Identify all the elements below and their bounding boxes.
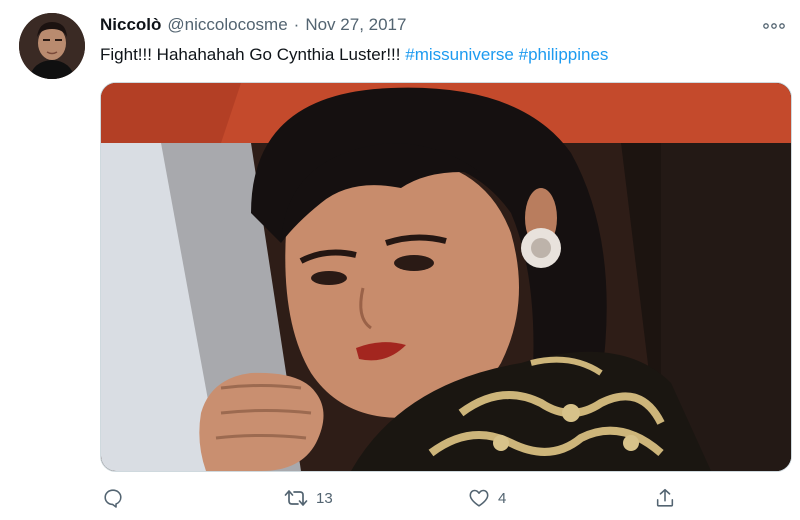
avatar[interactable] (19, 13, 85, 79)
reply-button[interactable] (102, 484, 132, 512)
like-button[interactable]: 4 (468, 484, 506, 512)
retweet-arrows-icon (284, 490, 308, 506)
author-handle[interactable]: @niccolocosme (167, 15, 287, 35)
separator-dot: · (293, 15, 300, 34)
share-button[interactable] (654, 484, 676, 512)
tweet-actions: 13 4 (0, 484, 800, 512)
hashtag-philippines[interactable]: #philippines (519, 45, 609, 64)
hashtag-missuniverse[interactable]: #missuniverse (405, 45, 514, 64)
heart-icon (469, 489, 489, 507)
avatar-image (19, 13, 85, 79)
tweet-header: Niccolò @niccolocosme · Nov 27, 2017 (100, 15, 406, 39)
tweet-text: Fight!!! Hahahahah Go Cynthia Luster!!! … (100, 44, 608, 66)
more-horizontal-icon (763, 23, 785, 29)
like-count: 4 (498, 489, 507, 507)
tweet-body: Fight!!! Hahahahah Go Cynthia Luster!!! (100, 45, 406, 64)
author-name[interactable]: Niccolò (100, 15, 161, 35)
reply-bubble-icon (104, 489, 122, 508)
share-upload-icon (656, 488, 674, 507)
photo-woman-fighting-stance (101, 83, 791, 471)
tweet-date[interactable]: Nov 27, 2017 (305, 15, 406, 35)
retweet-button[interactable]: 13 (284, 484, 333, 512)
tweet-photo[interactable] (100, 82, 792, 472)
more-options-button[interactable] (760, 16, 788, 36)
retweet-count: 13 (316, 489, 333, 507)
